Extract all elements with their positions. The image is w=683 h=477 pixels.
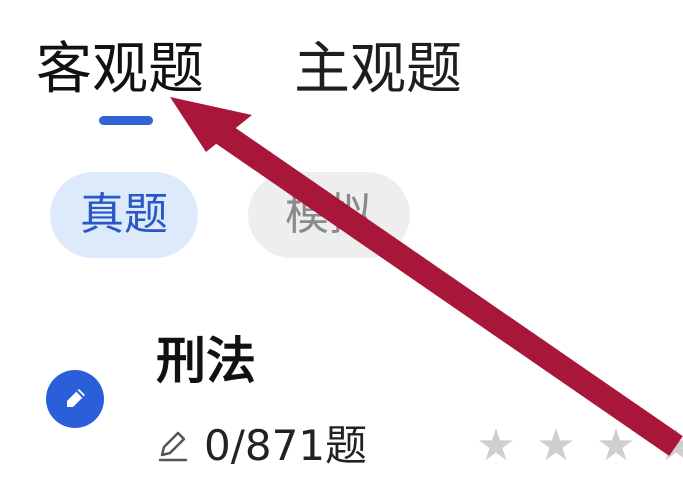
star-icon: ★ (476, 420, 516, 471)
filter-chip-mock[interactable]: 模拟 (248, 172, 410, 258)
difficulty-rating: ★ ★ ★ ★ (466, 418, 683, 474)
star-icon: ★ (596, 420, 636, 471)
filter-chip-real-exam[interactable]: 真题 (50, 172, 198, 258)
pencil-icon (158, 431, 188, 462)
subject-title[interactable]: 刑法 (156, 326, 256, 396)
subject-progress: 0/871题 (154, 416, 367, 476)
pencil-glyph-icon (67, 389, 85, 407)
tab-subjective[interactable]: 主观题 (294, 30, 462, 110)
pencil-circle-icon (46, 370, 104, 428)
active-tab-indicator (99, 116, 153, 125)
star-icon: ★ (536, 420, 576, 471)
star-icon: ★ (656, 420, 683, 471)
progress-count: 0/871题 (204, 421, 368, 470)
tab-objective[interactable]: 客观题 (36, 30, 204, 110)
